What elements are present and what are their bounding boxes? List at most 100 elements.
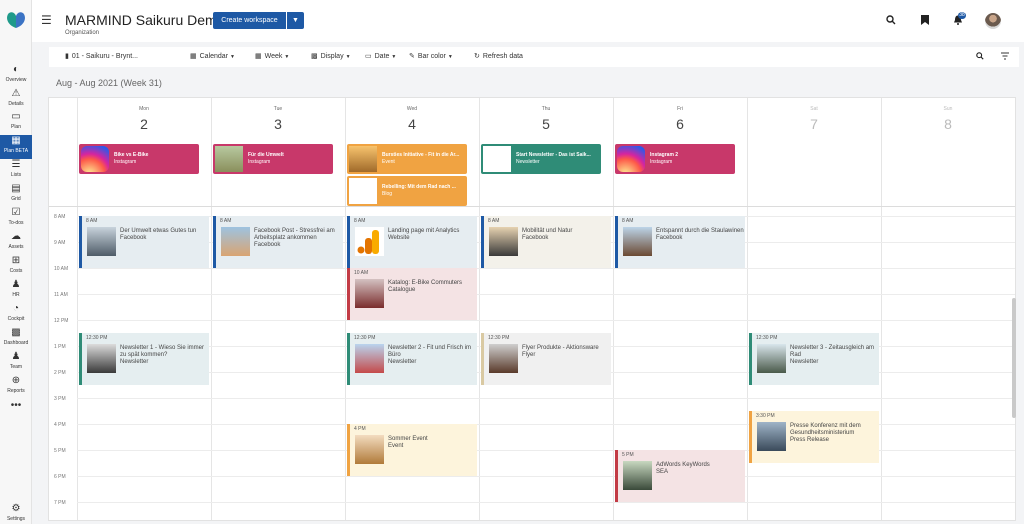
bookmark-icon[interactable] bbox=[921, 15, 929, 28]
filter-icon[interactable] bbox=[1001, 52, 1009, 62]
nav-hr[interactable]: ♟ HR bbox=[0, 279, 32, 303]
calendar-event[interactable]: 12:30 PM Flyer Produkte - Aktionsware Fly… bbox=[481, 333, 611, 385]
calendar-event[interactable]: 12:30 PM Newsletter 3 - Zeitausgleich am… bbox=[749, 333, 879, 385]
event-time: 4 PM bbox=[354, 426, 366, 432]
calendar-event[interactable]: 8 AM Der Umwelt etwas Gutes tun Facebook bbox=[79, 216, 209, 268]
hour-line bbox=[77, 502, 1015, 503]
event-text: Katalog: E-Bike Commuters Catalogue bbox=[388, 280, 476, 294]
day-header-sat[interactable]: Sat 7 bbox=[747, 106, 881, 132]
assets-icon: ☁ bbox=[11, 231, 21, 242]
calendar-event[interactable]: 12:30 PM Newsletter 1 - Wieso Sie immer … bbox=[79, 333, 209, 385]
calendar-event[interactable]: 8 AM Mobilität und Natur Facebook bbox=[481, 216, 611, 268]
hour-label: 12 PM bbox=[54, 318, 69, 324]
nav-lists[interactable]: ☰ Lists bbox=[0, 159, 32, 183]
all-day-separator bbox=[49, 206, 1015, 207]
page-title: MARMIND Saikuru Demo bbox=[65, 12, 225, 28]
date-dropdown[interactable]: ▭ Date ▼ bbox=[365, 52, 396, 60]
create-workspace-button[interactable]: Create workspace bbox=[213, 12, 286, 29]
nav-more[interactable]: ••• bbox=[0, 400, 32, 424]
nav-plan[interactable]: ▭ Plan bbox=[0, 111, 32, 135]
calendar-event[interactable]: 12:30 PM Newsletter 2 - Fit und Frisch i… bbox=[347, 333, 477, 385]
overview-icon: ◐ bbox=[12, 64, 20, 75]
scrollbar[interactable] bbox=[1012, 298, 1016, 418]
all-day-event[interactable]: Bike vs E-Bike Instagram bbox=[79, 144, 199, 174]
chevron-down-icon: ▼ bbox=[447, 54, 453, 60]
event-title: Der Umwelt etwas Gutes tun bbox=[120, 228, 197, 234]
event-title: Newsletter 3 - Zeitausgleich am Rad bbox=[790, 345, 875, 358]
day-name: Thu bbox=[541, 106, 551, 112]
nav-costs[interactable]: ⊞ Costs bbox=[0, 255, 32, 279]
grid-icon: ▤ bbox=[11, 183, 21, 194]
event-text: Flyer Produkte - Aktionsware Flyer bbox=[522, 345, 610, 359]
all-day-event[interactable]: Für die Umwelt Instagram bbox=[213, 144, 333, 174]
event-text: Mobilität und Natur Facebook bbox=[522, 228, 610, 242]
nav-dashboard[interactable]: ▩ Dashboard bbox=[0, 327, 32, 351]
display-dropdown[interactable]: ▩ Display ▼ bbox=[311, 52, 351, 60]
team-icon: ♟ bbox=[11, 351, 21, 362]
event-title: Katalog: E-Bike Commuters bbox=[388, 280, 463, 286]
nav-assets[interactable]: ☁ Assets bbox=[0, 231, 32, 255]
nav-label: Cockpit bbox=[7, 316, 25, 322]
nav-details[interactable]: ⚠ Details bbox=[0, 88, 32, 112]
nav-reports[interactable]: ⊕ Reports bbox=[0, 375, 32, 399]
day-header-thu[interactable]: Thu 5 bbox=[479, 106, 613, 132]
nav-cockpit[interactable]: ◔ Cockpit bbox=[0, 303, 32, 327]
event-text: Entspannt durch die Staulawinen Facebook bbox=[656, 228, 744, 242]
calendar-week-icon: ▦ bbox=[255, 53, 262, 60]
calendar-event[interactable]: 5 PM AdWords KeyWords SEA bbox=[615, 450, 745, 502]
week-title: Aug - Aug 2021 (Week 31) bbox=[56, 78, 162, 88]
calendar-dropdown[interactable]: ▦ Calendar ▼ bbox=[190, 52, 235, 60]
marmind-logo[interactable] bbox=[5, 11, 27, 29]
all-day-event[interactable]: Rebelling: Mit dem Rad nach ... Blog bbox=[347, 176, 467, 206]
event-text: Der Umwelt etwas Gutes tun Facebook bbox=[120, 228, 208, 242]
avatar[interactable] bbox=[985, 13, 1001, 29]
hr-icon: ♟ bbox=[11, 279, 21, 290]
calendar-event[interactable]: 8 AM Facebook Post - Stressfrei am Arbei… bbox=[213, 216, 343, 268]
hamburger-menu-icon[interactable]: ☰ bbox=[41, 13, 52, 27]
left-navigation: ◐ Overview ⚠ Details ▭ Plan ▦ Plan BETA ☰ Lis… bbox=[0, 0, 32, 524]
week-dropdown[interactable]: ▦ Week ▼ bbox=[255, 52, 289, 60]
hour-label: 3 PM bbox=[54, 396, 66, 402]
calendar-event[interactable]: 10 AM Katalog: E-Bike Commuters Catalogue bbox=[347, 268, 477, 320]
event-title: Presse Konferenz mit dem Gesundheitsmini… bbox=[790, 423, 861, 436]
bar-color-dropdown[interactable]: ✎ Bar color ▼ bbox=[409, 52, 453, 60]
day-header-fri[interactable]: Fri 6 bbox=[613, 106, 747, 132]
calendar-event[interactable]: 4 PM Sommer Event Event bbox=[347, 424, 477, 476]
all-day-event[interactable]: Bursties Initiative - Fit in die Ar... E… bbox=[347, 144, 467, 174]
day-header-wed[interactable]: Wed 4 bbox=[345, 106, 479, 132]
nav-grid[interactable]: ▤ Grid bbox=[0, 183, 32, 207]
refresh-data-button[interactable]: ↻ Refresh data bbox=[474, 52, 523, 60]
workspace-selector[interactable]: ▮ 01 - Saikuru - Brynt... bbox=[65, 52, 138, 60]
search-icon[interactable] bbox=[886, 15, 896, 28]
event-thumbnail bbox=[489, 344, 518, 373]
calendar-dropdown-label: Calendar bbox=[199, 53, 229, 60]
reports-icon: ⊕ bbox=[11, 375, 21, 386]
nav-settings[interactable]: ⚙ Settings bbox=[0, 503, 32, 524]
app-window: ◐ Overview ⚠ Details ▭ Plan ▦ Plan BETA ☰ Lis… bbox=[0, 0, 1024, 524]
nav-label: Dashboard bbox=[3, 340, 29, 346]
event-channel: Instagram bbox=[650, 159, 673, 165]
search-icon[interactable] bbox=[976, 52, 984, 62]
event-channel: Blog bbox=[382, 191, 393, 197]
column-divider bbox=[77, 98, 78, 520]
nav-plan-beta[interactable]: ▦ Plan BETA bbox=[0, 135, 32, 159]
day-header-tue[interactable]: Tue 3 bbox=[211, 106, 345, 132]
day-header-sun[interactable]: Sun 8 bbox=[881, 106, 1015, 132]
nav-team[interactable]: ♟ Team bbox=[0, 351, 32, 375]
nav-overview[interactable]: ◐ Overview bbox=[0, 64, 32, 88]
event-time: 8 AM bbox=[354, 218, 366, 224]
create-workspace-dropdown-button[interactable]: ▼ bbox=[287, 12, 304, 29]
calendar-event[interactable]: 8 AM Entspannt durch die Staulawinen Face… bbox=[615, 216, 745, 268]
calendar-event[interactable]: 8 AM Landing page mit Analytics Website bbox=[347, 216, 477, 268]
all-day-event[interactable]: Instagram 2 Instagram bbox=[615, 144, 735, 174]
chevron-down-icon: ▼ bbox=[391, 54, 397, 60]
day-name: Sat bbox=[810, 106, 818, 112]
nav-todos[interactable]: ☑ To-dos bbox=[0, 207, 32, 231]
day-header-mon[interactable]: Mon 2 bbox=[77, 106, 211, 132]
all-day-event[interactable]: Start Newsletter - Das ist Saik... Newsl… bbox=[481, 144, 601, 174]
calendar-event[interactable]: 3:30 PM Presse Konferenz mit dem Gesundh… bbox=[749, 411, 879, 463]
hour-label: 10 AM bbox=[54, 266, 69, 272]
event-channel: Facebook bbox=[656, 235, 683, 241]
nav-label: Team bbox=[9, 364, 23, 370]
bar-color-dropdown-label: Bar color bbox=[417, 53, 446, 60]
